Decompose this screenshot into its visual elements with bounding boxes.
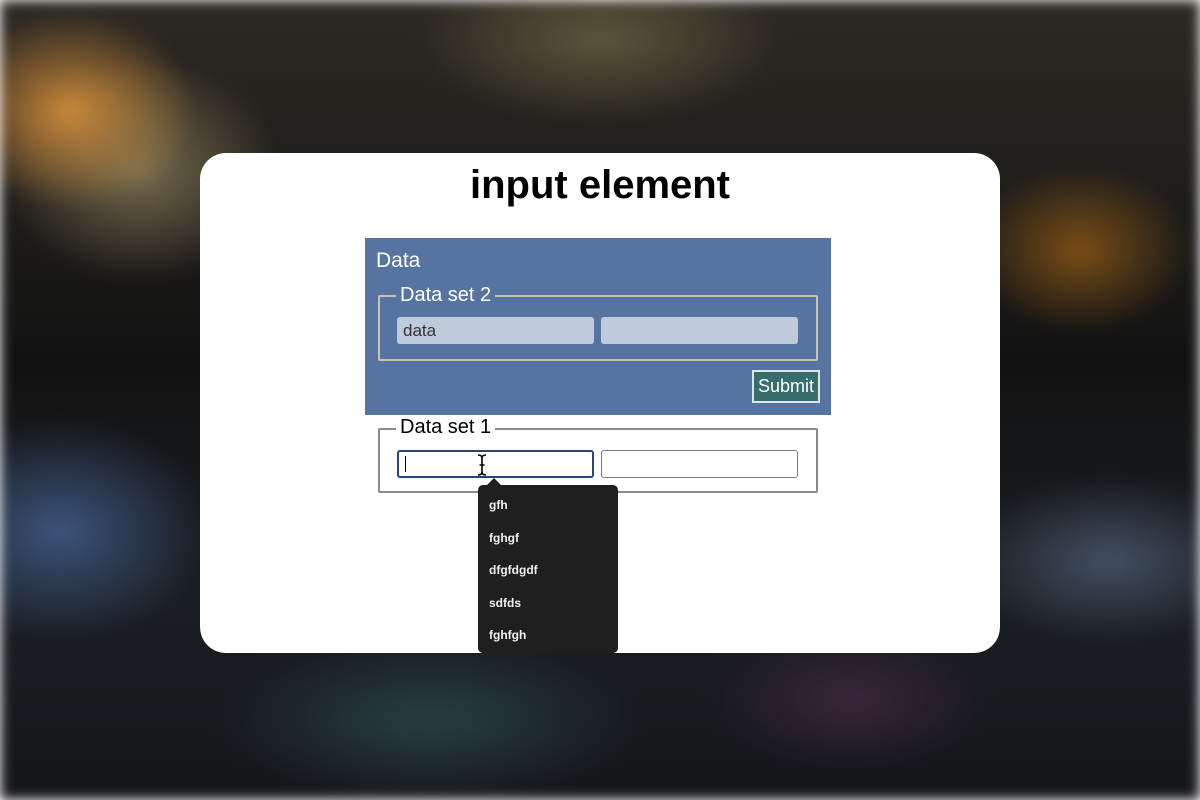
fieldset-data-set-1: Data set 1 [378,415,818,493]
fieldset-legend-data-set-1: Data set 1 [396,415,496,439]
form-label: Data [376,249,421,272]
submit-button[interactable]: Submit [752,370,820,403]
fieldset-data-set-2: Data set 2 [378,283,818,361]
autocomplete-item[interactable]: fghgf [478,526,618,559]
demo-card: input element Data Data set 2 Submit Dat… [200,153,1000,653]
autocomplete-item[interactable]: gfh [478,493,618,526]
text-caret [405,456,406,472]
autocomplete-item[interactable]: dfgfdgdf [478,558,618,591]
autocomplete-item[interactable]: fghfgh [478,623,618,656]
data-set-2-input-1[interactable] [397,317,594,344]
text-cursor-icon [477,454,487,476]
autocomplete-dropdown: gfh fghgf dfgfdgdf sdfds fghfgh [478,478,618,656]
page-title: input element [469,163,731,207]
data-set-1-input-2[interactable] [601,450,798,478]
fieldset-legend-data-set-2: Data set 2 [396,283,496,307]
dropdown-pointer [486,478,502,486]
data-set-1-input-1[interactable] [397,450,594,478]
data-form: Data Data set 2 Submit [365,238,831,415]
data-set-2-input-2[interactable] [601,317,798,344]
autocomplete-item[interactable]: sdfds [478,591,618,624]
